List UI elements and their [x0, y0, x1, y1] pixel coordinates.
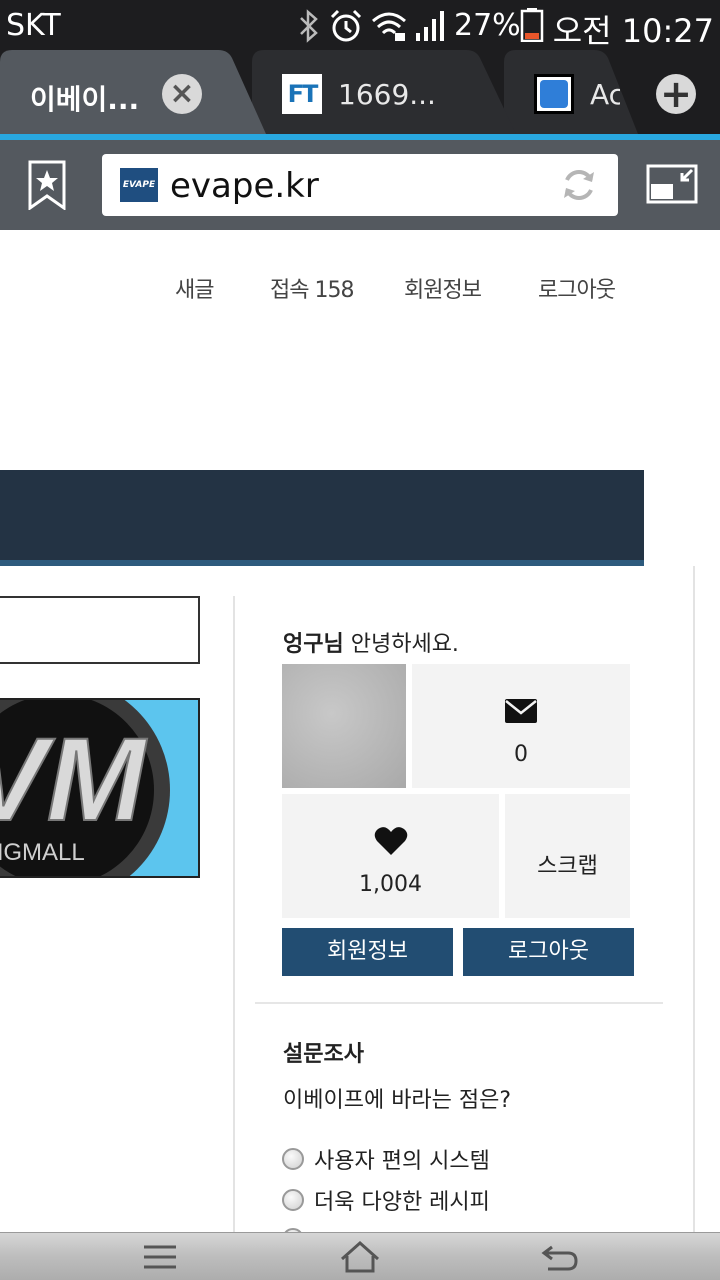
- greeting-text: 안녕하세요.: [350, 632, 459, 657]
- poll-option[interactable]: 더욱 다양한 레시피: [282, 1185, 490, 1215]
- bookmark-star-icon[interactable]: [28, 160, 66, 210]
- messages-tile[interactable]: 0: [412, 664, 630, 788]
- new-tab-plus-icon[interactable]: +: [656, 74, 696, 114]
- right-border: [693, 566, 695, 1236]
- logo-small-text: NGMALL: [0, 839, 85, 866]
- poll-option-label: 사용자 편의 시스템: [314, 1149, 490, 1174]
- shop-logo-image[interactable]: VM NGMALL: [0, 698, 200, 878]
- poll-title: 설문조사: [283, 1042, 364, 1067]
- poll-option-label: 더욱 다양한 레시피: [314, 1190, 490, 1215]
- tab-2-title: 1669...: [338, 78, 436, 111]
- panel-divider: [255, 1002, 663, 1004]
- battery-icon: [520, 8, 544, 42]
- home-icon[interactable]: [340, 1239, 380, 1275]
- tab-3-shape: [504, 50, 638, 134]
- tab-3[interactable]: Ac: [504, 50, 644, 134]
- poll-option[interactable]: 사용자 편의 시스템: [282, 1144, 490, 1174]
- messages-count: 0: [514, 742, 528, 767]
- wifi-lock-icon: [372, 12, 406, 41]
- back-icon[interactable]: [540, 1239, 580, 1275]
- tab-1-title: 이베이...: [30, 83, 140, 116]
- tab-2[interactable]: FT 1669...: [252, 50, 522, 134]
- nav-member-info-link[interactable]: 회원정보: [404, 272, 482, 304]
- tab-switcher-icon[interactable]: [646, 164, 698, 204]
- reload-icon[interactable]: [560, 166, 598, 204]
- url-text[interactable]: evape.kr: [170, 166, 319, 206]
- logout-button[interactable]: 로그아웃: [463, 928, 634, 976]
- nav-visitors-link[interactable]: 접속 158: [270, 272, 354, 304]
- browser-tab-strip: Ac FT 1669... 이베이... × +: [0, 50, 720, 140]
- column-divider: [233, 596, 235, 1236]
- logo-large-text: VM: [0, 714, 148, 846]
- address-bar: EVAPE evape.kr: [0, 140, 720, 230]
- screen: SKT 27% 오전 10:27 Ac FT 1669... 이베이... × …: [0, 0, 720, 1280]
- scrap-tile[interactable]: 스크랩: [505, 794, 630, 918]
- nav-new-posts-link[interactable]: 새글: [175, 272, 214, 304]
- greeting: 엉구님 안녕하세요.: [283, 626, 459, 658]
- tab-1-active[interactable]: 이베이... ×: [0, 50, 272, 134]
- tab-3-favicon-icon: [534, 74, 574, 114]
- menu-icon[interactable]: [140, 1239, 180, 1275]
- carrier-label: SKT: [6, 8, 61, 43]
- top-nav: 새글 접속 158 회원정보 로그아웃: [0, 230, 720, 350]
- close-tab-icon[interactable]: ×: [162, 74, 202, 114]
- heart-icon: [374, 827, 408, 855]
- bluetooth-icon: [300, 9, 318, 43]
- likes-count: 1,004: [359, 872, 422, 897]
- avatar[interactable]: [282, 664, 406, 788]
- signal-icon: [416, 11, 444, 41]
- envelope-icon: [505, 699, 537, 723]
- site-banner: [0, 470, 644, 566]
- poll-radio[interactable]: [282, 1148, 304, 1170]
- member-info-button[interactable]: 회원정보: [282, 928, 453, 976]
- alarm-clock-icon: [330, 9, 362, 42]
- search-box[interactable]: [0, 596, 200, 664]
- status-icons: [296, 6, 446, 46]
- url-field[interactable]: EVAPE evape.kr: [102, 154, 618, 216]
- tab-3-title: Ac: [590, 78, 620, 111]
- system-nav-bar: [0, 1232, 720, 1280]
- username: 엉구님: [283, 632, 344, 657]
- site-favicon-icon: EVAPE: [120, 168, 158, 202]
- poll-question: 이베이프에 바라는 점은?: [283, 1088, 512, 1113]
- battery-percent: 27%: [454, 8, 521, 43]
- nav-logout-link[interactable]: 로그아웃: [538, 272, 616, 304]
- scrap-label: 스크랩: [537, 854, 598, 879]
- poll-radio[interactable]: [282, 1189, 304, 1211]
- tab-2-favicon-icon: FT: [282, 74, 322, 114]
- shop-logo-graphic: VM NGMALL: [0, 700, 170, 876]
- likes-tile[interactable]: 1,004: [282, 794, 499, 918]
- status-bar: SKT 27% 오전 10:27: [0, 0, 720, 50]
- clock: 오전 10:27: [552, 12, 714, 50]
